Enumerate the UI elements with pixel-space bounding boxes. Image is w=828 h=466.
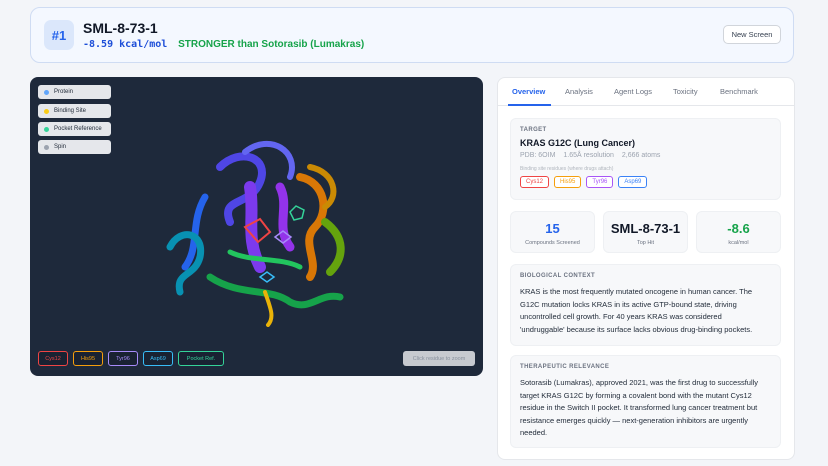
therapy-line: Sotorasib (Lumakras), approved 2021, was… — [520, 378, 759, 387]
residue-list: Cys12 His95 Tyr96 Asp69 — [520, 176, 771, 188]
stat-label: Top Hit — [636, 240, 655, 246]
bio-text: KRAS is the most frequently mutated onco… — [520, 286, 771, 336]
toggle-label: Spin — [54, 144, 67, 150]
active-tab-indicator — [508, 104, 551, 106]
therapy-text: Sotorasib (Lumakras), approved 2021, was… — [520, 377, 771, 440]
therapy-line: residue in the Switch II pocket. It tran… — [520, 403, 758, 412]
biological-context-card: BIOLOGICAL CONTEXT KRAS is the most freq… — [510, 264, 781, 346]
toggle-pocket-reference-button[interactable]: Pocket Reference — [38, 122, 111, 136]
toggle-protein-button[interactable]: Protein — [38, 85, 111, 99]
new-screen-button[interactable]: New Screen — [723, 25, 781, 44]
stat-label: Compounds Screened — [525, 240, 580, 246]
bio-line: KRAS is the most frequently mutated onco… — [520, 287, 753, 296]
rank-badge: #1 — [44, 20, 74, 50]
binding-score: -8.59 kcal/mol — [83, 39, 168, 50]
residue-chip-tyr96[interactable]: Tyr96 — [108, 351, 138, 366]
therapeutic-relevance-card: THERAPEUTIC RELEVANCE Sotorasib (Lumakra… — [510, 355, 781, 448]
stat-value: 15 — [545, 221, 560, 236]
result-header: #1 SML-8-73-1 -8.59 kcal/mol STRONGER th… — [30, 7, 794, 63]
resolution: 1.65Å resolution — [563, 152, 614, 159]
residue-badge-asp69: Asp69 — [618, 176, 648, 188]
binding-note: Binding site residues (where drugs attac… — [520, 166, 614, 172]
tab-bar: Overview Analysis Agent Logs Toxicity Be… — [498, 78, 794, 106]
bio-line: G12C mutation locks KRAS in its active G… — [520, 299, 737, 309]
spin-dot-icon — [44, 144, 49, 150]
details-panel: Overview Analysis Agent Logs Toxicity Be… — [497, 77, 795, 460]
chip-label: Pocket Ref. — [186, 355, 216, 362]
target-card: TARGET KRAS G12C (Lung Cancer) PDB: 6OIM… — [510, 118, 781, 200]
chip-label: Cys12 — [45, 355, 61, 362]
stat-label: kcal/mol — [728, 240, 749, 246]
bio-line: uncontrolled cell growth. For 40 years K… — [520, 312, 722, 321]
pocket-ref-chip[interactable]: Pocket Ref. — [178, 351, 224, 366]
tab-overview[interactable]: Overview — [512, 87, 545, 96]
residue-badge-tyr96: Tyr96 — [586, 176, 614, 188]
therapy-line: target KRAS G12C by forming a covalent b… — [520, 390, 752, 400]
stat-value: SML-8-73-1 — [610, 221, 681, 236]
stat-binding-energy: -8.6 kcal/mol — [696, 211, 781, 253]
pdb-id: PDB: 6OIM — [520, 152, 556, 159]
comparison-verdict: STRONGER than Sotorasib (Lumakras) — [178, 39, 365, 50]
chip-label: His95 — [80, 355, 96, 362]
toggle-label: Protein — [54, 89, 74, 95]
stat-compounds-screened: 15 Compounds Screened — [510, 211, 595, 253]
protein-structure-render[interactable] — [150, 127, 370, 327]
toggle-label: Binding Site — [54, 108, 87, 114]
atom-count: 2,666 atoms — [621, 152, 661, 159]
stat-value: -8.6 — [727, 221, 750, 236]
residue-badge-his95: His95 — [554, 176, 582, 188]
bio-line: 'undruggable' because its surface lacks … — [520, 324, 753, 334]
target-label: TARGET — [520, 127, 547, 133]
target-meta: PDB: 6OIM 1.65Å resolution 2,666 atoms — [520, 152, 771, 159]
protein-dot-icon — [44, 89, 49, 95]
target-name: KRAS G12C (Lung Cancer) — [520, 138, 636, 148]
pocket-reference-dot-icon — [44, 126, 49, 132]
tab-analysis[interactable]: Analysis — [565, 87, 593, 96]
residue-chip-cys12[interactable]: Cys12 — [38, 351, 68, 366]
chip-label: Tyr96 — [116, 355, 130, 362]
therapy-label: THERAPEUTIC RELEVANCE — [520, 364, 610, 370]
tab-toxicity[interactable]: Toxicity — [673, 87, 698, 96]
tab-benchmark[interactable]: Benchmark — [720, 87, 758, 96]
toggle-label: Pocket Reference — [54, 126, 102, 132]
molecule-viewer[interactable]: Protein Binding Site Pocket Reference Sp… — [30, 77, 483, 376]
bio-label: BIOLOGICAL CONTEXT — [520, 273, 596, 279]
binding-site-dot-icon — [44, 108, 49, 114]
residue-badge-cys12: Cys12 — [520, 176, 550, 188]
hit-summary: -8.59 kcal/mol STRONGER than Sotorasib (… — [83, 39, 364, 50]
chip-label: Asp69 — [150, 355, 166, 362]
therapy-line: resistance emerges quickly — next-genera… — [520, 415, 749, 425]
tab-agent-logs[interactable]: Agent Logs — [614, 87, 652, 96]
stat-top-hit: SML-8-73-1 Top Hit — [603, 211, 688, 253]
residue-chip-asp69[interactable]: Asp69 — [143, 351, 173, 366]
toggle-binding-site-button[interactable]: Binding Site — [38, 104, 111, 118]
toggle-spin-button[interactable]: Spin — [38, 140, 111, 154]
hit-title: SML-8-73-1 — [83, 20, 158, 36]
therapy-line: needed. — [520, 428, 548, 437]
residue-chip-his95[interactable]: His95 — [73, 351, 103, 366]
click-residue-hint: Click residue to zoom — [403, 351, 475, 366]
